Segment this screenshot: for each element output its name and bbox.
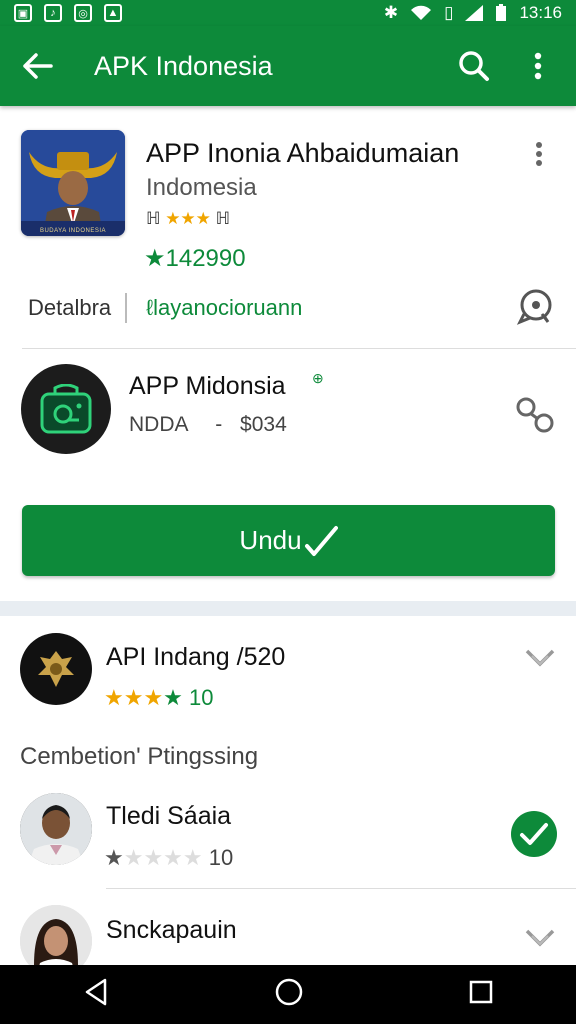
- review-title: Snckapauin: [106, 916, 237, 944]
- verified-badge-icon: ⊕: [312, 370, 324, 386]
- review-stars: ★★★★ 10: [104, 685, 214, 710]
- developer-price: NDDA - $034: [129, 413, 287, 436]
- back-nav-icon[interactable]: [81, 977, 111, 1012]
- chat-notification-icon: ◎: [74, 4, 92, 22]
- bluetooth-icon: ✱: [383, 3, 399, 22]
- clock: 13:16: [519, 3, 562, 22]
- chat-bubble-icon[interactable]: [516, 288, 556, 331]
- downloads-count: 142990: [165, 245, 246, 272]
- checked-icon[interactable]: [511, 811, 557, 857]
- small-rating-suffix: ℍ: [215, 209, 231, 228]
- status-bar: ▣ ♪ ◎ ▲ ✱ ▯ 13:16: [0, 0, 576, 26]
- gallery-notification-icon: ▣: [14, 4, 32, 22]
- review-count: 10: [189, 685, 214, 710]
- divider: [22, 348, 576, 349]
- section-separator: [0, 601, 576, 616]
- meta-divider: [125, 293, 127, 323]
- battery-icon: [496, 4, 507, 21]
- section-label: Cembetion' Ptingssing: [20, 743, 259, 770]
- divider: [106, 888, 576, 889]
- search-icon[interactable]: [454, 46, 494, 86]
- developer-name: APP Midonsia: [129, 372, 286, 400]
- app-bar-title: APK Indonesia: [94, 50, 273, 81]
- details-link[interactable]: Detalbra: [28, 295, 111, 321]
- developer-code: NDDA: [129, 413, 188, 436]
- app-name: APP Inonia Ahbaidumaian: [146, 138, 460, 168]
- system-icons: ✱ ▯ 13:16: [384, 3, 562, 23]
- wifi-icon: [411, 5, 432, 20]
- vibrate-icon: ▯: [444, 3, 454, 22]
- chevron-down-icon[interactable]: [524, 928, 556, 955]
- price-value: $034: [240, 413, 287, 436]
- avatar: [20, 793, 92, 865]
- install-button[interactable]: Undu: [22, 505, 555, 576]
- back-arrow-icon[interactable]: [18, 46, 58, 86]
- review-title: Tledi Sáaia: [106, 802, 232, 830]
- downloads-rating: ★142990: [144, 244, 246, 273]
- services-link[interactable]: ℓlayanocioruann: [146, 295, 302, 321]
- home-nav-icon[interactable]: [274, 977, 304, 1012]
- green-star-icon: ★: [144, 245, 166, 272]
- small-rating-stars: ★★★: [165, 209, 211, 228]
- app-bar: APK Indonesia: [0, 26, 576, 106]
- install-label: Undu: [239, 525, 302, 555]
- link-icon[interactable]: [514, 395, 556, 440]
- navigation-bar: [0, 965, 576, 1024]
- signal-icon: [465, 5, 484, 21]
- app-overflow-icon[interactable]: [534, 141, 544, 172]
- checkmark-icon: [304, 525, 338, 556]
- review-stars: ★★★★★ 10: [104, 845, 234, 870]
- music-notification-icon: ♪: [44, 4, 62, 22]
- app-icon: BUDAYA INDONESIA: [21, 130, 125, 236]
- small-rating: ℍ ★★★ ℍ: [146, 209, 230, 229]
- app-icon-banner: BUDAYA INDONESIA: [39, 228, 107, 234]
- app-subtitle: Indomesia: [146, 174, 257, 201]
- review-title: API Indang /520: [106, 643, 286, 671]
- review-count: 10: [208, 845, 234, 870]
- recents-nav-icon[interactable]: [467, 978, 495, 1011]
- small-rating-prefix: ℍ: [146, 209, 161, 228]
- developer-icon[interactable]: [21, 364, 111, 454]
- notification-icons: ▣ ♪ ◎ ▲: [14, 4, 122, 22]
- more-options-icon[interactable]: [518, 46, 558, 86]
- chevron-down-icon[interactable]: [524, 648, 556, 675]
- photo-notification-icon: ▲: [104, 4, 122, 22]
- avatar: [20, 633, 92, 705]
